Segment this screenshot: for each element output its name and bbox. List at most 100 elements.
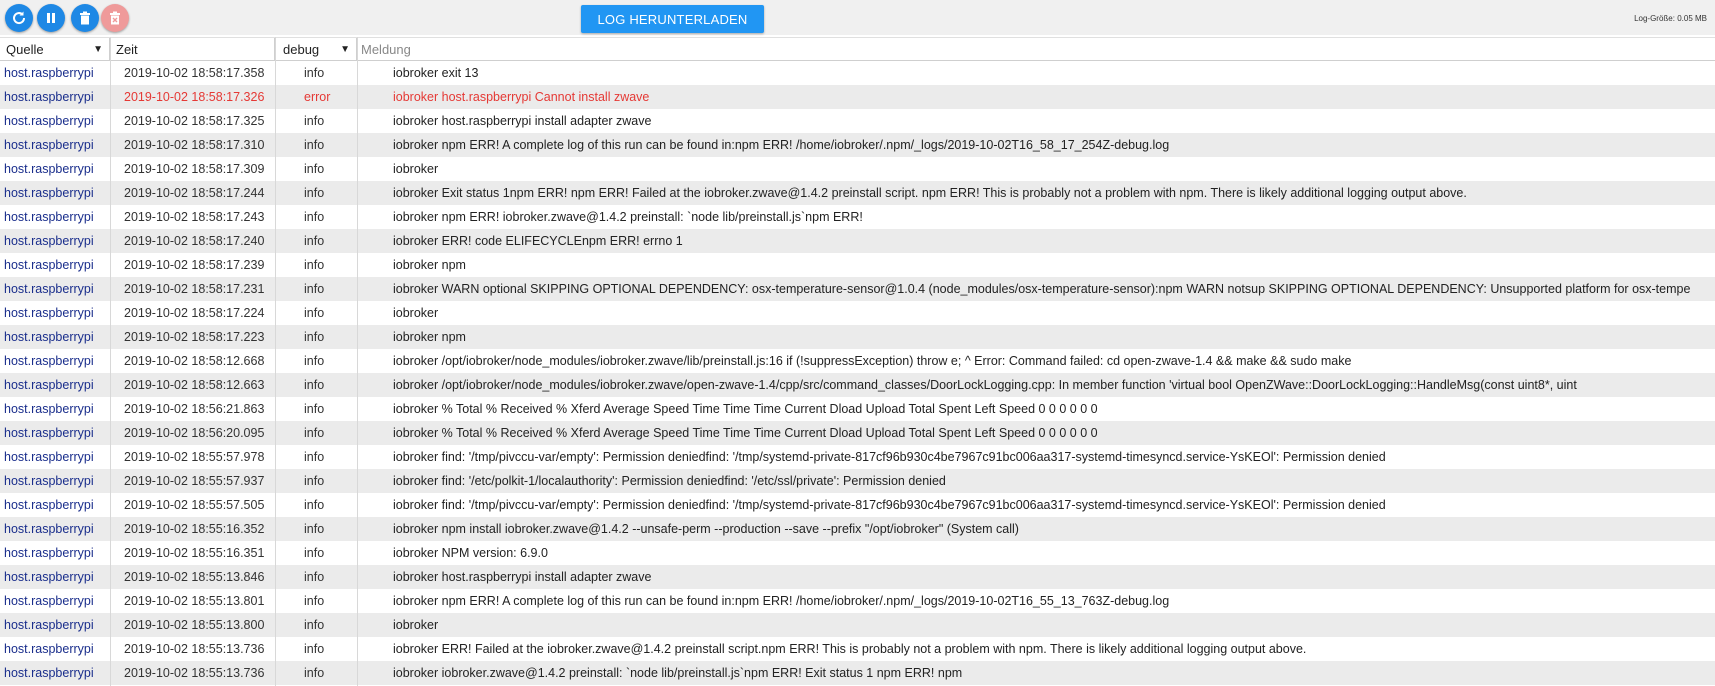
table-header: Quelle ▼ Zeit debug ▼ Meldung	[0, 37, 1715, 61]
row-message: iobroker	[393, 306, 439, 320]
table-row[interactable]: host.raspberrypi 2019-10-02 18:55:13.736 i…	[0, 661, 1715, 685]
row-severity: info	[304, 594, 325, 608]
row-time: 2019-10-02 18:55:13.736	[124, 666, 265, 680]
log-size-label: Log-Größe:	[1634, 14, 1675, 23]
table-row[interactable]: host.raspberrypi 2019-10-02 18:55:16.351 i…	[0, 541, 1715, 565]
row-source: host.raspberrypi	[4, 282, 94, 296]
log-table: host.raspberrypi 2019-10-02 18:58:17.358 i…	[0, 61, 1715, 686]
row-message: iobroker npm	[393, 330, 466, 344]
row-source: host.raspberrypi	[4, 474, 94, 488]
table-row[interactable]: host.raspberrypi 2019-10-02 18:58:17.244 i…	[0, 181, 1715, 205]
row-severity: info	[304, 330, 325, 344]
row-source: host.raspberrypi	[4, 450, 94, 464]
column-divider	[110, 37, 111, 686]
row-time: 2019-10-02 18:55:16.351	[124, 546, 265, 560]
row-severity: info	[304, 498, 325, 512]
source-filter[interactable]: Quelle ▼	[0, 38, 110, 61]
table-row[interactable]: host.raspberrypi 2019-10-02 18:55:13.800 i…	[0, 613, 1715, 637]
row-message: iobroker npm install iobroker.zwave@1.4.…	[393, 522, 1019, 536]
table-row[interactable]: host.raspberrypi 2019-10-02 18:55:13.846 i…	[0, 565, 1715, 589]
row-message: iobroker exit 13	[393, 66, 479, 80]
row-severity: error	[304, 90, 331, 104]
row-severity: info	[304, 306, 325, 320]
row-severity: info	[304, 354, 325, 368]
row-message: iobroker npm ERR! iobroker.zwave@1.4.2 p…	[393, 210, 863, 224]
row-severity: info	[304, 210, 325, 224]
message-filter-input[interactable]: Meldung	[357, 38, 1715, 61]
row-time: 2019-10-02 18:58:17.309	[124, 162, 265, 176]
trash-x-icon	[108, 11, 122, 25]
table-row[interactable]: host.raspberrypi 2019-10-02 18:56:21.863 i…	[0, 397, 1715, 421]
row-time: 2019-10-02 18:58:17.239	[124, 258, 265, 272]
row-time: 2019-10-02 18:58:12.668	[124, 354, 265, 368]
message-header-placeholder: Meldung	[361, 42, 411, 57]
table-row[interactable]: host.raspberrypi 2019-10-02 18:58:12.663 i…	[0, 373, 1715, 397]
row-time: 2019-10-02 18:55:57.937	[124, 474, 265, 488]
row-source: host.raspberrypi	[4, 594, 94, 608]
column-divider	[357, 37, 358, 686]
row-source: host.raspberrypi	[4, 426, 94, 440]
table-row[interactable]: host.raspberrypi 2019-10-02 18:58:12.668 i…	[0, 349, 1715, 373]
row-time: 2019-10-02 18:55:13.800	[124, 618, 265, 632]
table-row[interactable]: host.raspberrypi 2019-10-02 18:58:17.224 i…	[0, 301, 1715, 325]
table-row[interactable]: host.raspberrypi 2019-10-02 18:55:57.937 i…	[0, 469, 1715, 493]
row-severity: info	[304, 450, 325, 464]
row-time: 2019-10-02 18:55:13.801	[124, 594, 265, 608]
row-source: host.raspberrypi	[4, 666, 94, 680]
table-row[interactable]: host.raspberrypi 2019-10-02 18:58:17.239 i…	[0, 253, 1715, 277]
delete-all-button[interactable]	[101, 4, 129, 32]
row-message: iobroker /opt/iobroker/node_modules/iobr…	[393, 354, 1352, 368]
table-row[interactable]: host.raspberrypi 2019-10-02 18:58:17.310 i…	[0, 133, 1715, 157]
row-time: 2019-10-02 18:55:57.505	[124, 498, 265, 512]
table-row[interactable]: host.raspberrypi 2019-10-02 18:56:20.095 i…	[0, 421, 1715, 445]
refresh-button[interactable]	[5, 4, 33, 32]
download-log-button[interactable]: LOG HERUNTERLADEN	[581, 5, 764, 33]
row-severity: info	[304, 570, 325, 584]
row-time: 2019-10-02 18:58:17.358	[124, 66, 265, 80]
row-time: 2019-10-02 18:58:17.223	[124, 330, 265, 344]
table-row[interactable]: host.raspberrypi 2019-10-02 18:58:17.231 i…	[0, 277, 1715, 301]
table-row[interactable]: host.raspberrypi 2019-10-02 18:55:13.801 i…	[0, 589, 1715, 613]
row-message: iobroker % Total % Received % Xferd Aver…	[393, 402, 1098, 416]
table-row[interactable]: host.raspberrypi 2019-10-02 18:58:17.326 e…	[0, 85, 1715, 109]
severity-filter[interactable]: debug ▼	[275, 38, 357, 61]
row-source: host.raspberrypi	[4, 378, 94, 392]
row-source: host.raspberrypi	[4, 258, 94, 272]
trash-icon	[78, 11, 92, 25]
delete-button[interactable]	[71, 4, 99, 32]
table-row[interactable]: host.raspberrypi 2019-10-02 18:55:16.352 i…	[0, 517, 1715, 541]
pause-button[interactable]	[37, 4, 65, 32]
row-severity: info	[304, 642, 325, 656]
table-row[interactable]: host.raspberrypi 2019-10-02 18:58:17.325 i…	[0, 109, 1715, 133]
table-row[interactable]: host.raspberrypi 2019-10-02 18:55:57.978 i…	[0, 445, 1715, 469]
source-header-label: Quelle	[6, 42, 44, 57]
table-row[interactable]: host.raspberrypi 2019-10-02 18:58:17.243 i…	[0, 205, 1715, 229]
row-time: 2019-10-02 18:55:57.978	[124, 450, 265, 464]
row-severity: info	[304, 522, 325, 536]
log-size-value: 0.05 MB	[1677, 14, 1707, 23]
row-source: host.raspberrypi	[4, 570, 94, 584]
row-source: host.raspberrypi	[4, 330, 94, 344]
row-severity: info	[304, 186, 325, 200]
time-header: Zeit	[110, 38, 275, 61]
row-message: iobroker /opt/iobroker/node_modules/iobr…	[393, 378, 1577, 392]
row-source: host.raspberrypi	[4, 186, 94, 200]
row-time: 2019-10-02 18:55:13.736	[124, 642, 265, 656]
refresh-icon	[11, 10, 27, 26]
table-row[interactable]: host.raspberrypi 2019-10-02 18:58:17.240 i…	[0, 229, 1715, 253]
toolbar: LOG HERUNTERLADEN Log-Größe: 0.05 MB	[0, 0, 1715, 35]
table-row[interactable]: host.raspberrypi 2019-10-02 18:55:13.736 i…	[0, 637, 1715, 661]
log-size: Log-Größe: 0.05 MB	[1634, 14, 1707, 23]
row-source: host.raspberrypi	[4, 618, 94, 632]
row-message: iobroker find: '/tmp/pivccu-var/empty': …	[393, 450, 1386, 464]
table-row[interactable]: host.raspberrypi 2019-10-02 18:58:17.223 i…	[0, 325, 1715, 349]
row-severity: info	[304, 426, 325, 440]
table-row[interactable]: host.raspberrypi 2019-10-02 18:58:17.358 i…	[0, 61, 1715, 85]
table-row[interactable]: host.raspberrypi 2019-10-02 18:58:17.309 i…	[0, 157, 1715, 181]
row-severity: info	[304, 378, 325, 392]
table-row[interactable]: host.raspberrypi 2019-10-02 18:55:57.505 i…	[0, 493, 1715, 517]
row-severity: info	[304, 546, 325, 560]
row-message: iobroker ERR! Failed at the iobroker.zwa…	[393, 642, 1307, 656]
row-source: host.raspberrypi	[4, 138, 94, 152]
row-time: 2019-10-02 18:58:17.224	[124, 306, 265, 320]
